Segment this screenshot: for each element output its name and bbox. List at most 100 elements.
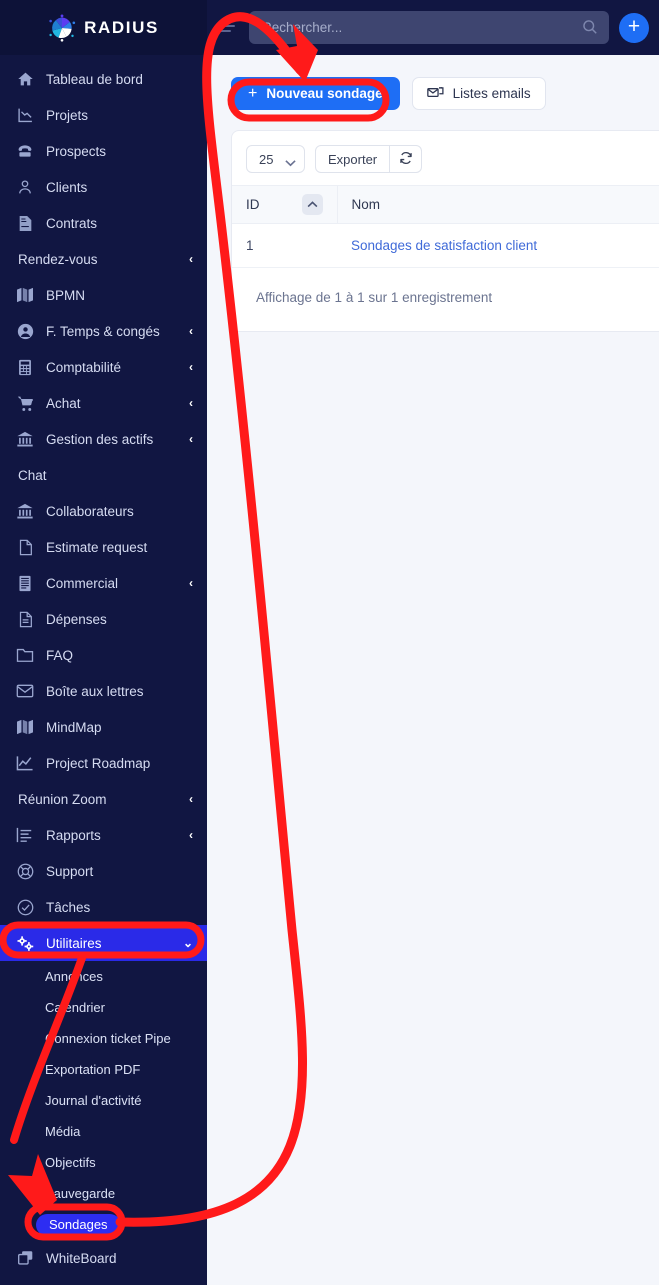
life-ring-icon <box>14 862 36 880</box>
sidebar-item-depenses[interactable]: Dépenses <box>0 601 207 637</box>
surveys-table: ID Nom 1 Sondages de satisfaction client <box>232 185 659 268</box>
sidebar-item-rendez-vous[interactable]: Rendez-vous ‹ <box>0 241 207 277</box>
sidebar-sublabel: Média <box>45 1124 81 1139</box>
sidebar-nav: Tableau de bord Projets Prospects Client… <box>0 55 207 1276</box>
sidebar-item-contrats[interactable]: Contrats <box>0 205 207 241</box>
sidebar-label: Project Roadmap <box>46 755 151 771</box>
sidebar-subitem-exportation-pdf[interactable]: Exportation PDF <box>0 1054 207 1085</box>
sidebar-sublabel: Exportation PDF <box>45 1062 141 1077</box>
chevron-up-icon[interactable] <box>301 194 323 215</box>
sidebar-label: Clients <box>46 179 88 195</box>
sidebar-item-tableau-de-bord[interactable]: Tableau de bord <box>0 61 207 97</box>
sidebar-item-collaborateurs[interactable]: Collaborateurs <box>0 493 207 529</box>
sidebar-item-boite-aux-lettres[interactable]: Boîte aux lettres <box>0 673 207 709</box>
refresh-icon <box>399 151 413 168</box>
cell-nom[interactable]: Sondages de satisfaction client <box>337 223 659 268</box>
hamburger-icon[interactable] <box>217 20 239 36</box>
sidebar-item-prospects[interactable]: Prospects <box>0 133 207 169</box>
chevron-left-icon: ‹ <box>189 828 193 842</box>
sidebar-label: Utilitaires <box>46 935 102 951</box>
column-header-nom[interactable]: Nom <box>337 185 659 224</box>
content: + Nouveau sondage Listes emails 25 Expor… <box>207 55 659 332</box>
sidebar-subitem-annonces[interactable]: Annonces <box>0 961 207 992</box>
chevron-down-icon: ⌄ <box>182 936 193 950</box>
user-circle-icon <box>14 322 36 340</box>
search-input[interactable] <box>262 20 575 35</box>
receipt-icon <box>14 574 36 592</box>
chevron-left-icon: ‹ <box>189 324 193 338</box>
table-head: ID Nom <box>232 185 659 224</box>
sidebar-subitem-sondages[interactable]: Sondages <box>0 1209 207 1240</box>
sidebar-subitem-connexion-ticket-pipe[interactable]: Connexion ticket Pipe <box>0 1023 207 1054</box>
chevron-left-icon: ‹ <box>189 396 193 410</box>
sidebar-item-taches[interactable]: Tâches <box>0 889 207 925</box>
sidebar-label: BPMN <box>46 287 86 303</box>
sidebar-item-clients[interactable]: Clients <box>0 169 207 205</box>
sidebar-item-gestion-des-actifs[interactable]: Gestion des actifs ‹ <box>0 421 207 457</box>
sidebar-item-f-temps-conges[interactable]: F. Temps & congés ‹ <box>0 313 207 349</box>
new-survey-button[interactable]: + Nouveau sondage <box>231 77 400 110</box>
sidebar-item-comptabilite[interactable]: Comptabilité ‹ <box>0 349 207 385</box>
sidebar-label: Boîte aux lettres <box>46 683 144 699</box>
page-length-select[interactable]: 25 <box>246 145 305 173</box>
sidebar-item-mindmap[interactable]: MindMap <box>0 709 207 745</box>
email-lists-button[interactable]: Listes emails <box>411 77 546 110</box>
sidebar-item-whiteboard[interactable]: WhiteBoard <box>0 1240 207 1276</box>
sidebar-item-projets[interactable]: Projets <box>0 97 207 133</box>
sidebar-subitem-journal-d-activite[interactable]: Journal d'activité <box>0 1085 207 1116</box>
sidebar-label: Contrats <box>46 215 98 231</box>
sidebar-label: Comptabilité <box>46 359 122 375</box>
sidebar-label: FAQ <box>46 647 74 663</box>
sidebar-label: Réunion Zoom <box>18 791 107 807</box>
sidebar-item-support[interactable]: Support <box>0 853 207 889</box>
export-button[interactable]: Exporter <box>315 145 391 173</box>
sidebar-item-achat[interactable]: Achat ‹ <box>0 385 207 421</box>
sidebar-subitem-media[interactable]: Média <box>0 1116 207 1147</box>
sidebar-sublabel: Journal d'activité <box>45 1093 142 1108</box>
sidebar-subitem-calendrier[interactable]: Calendrier <box>0 992 207 1023</box>
envelope-icon <box>14 682 36 700</box>
sidebar-item-faq[interactable]: FAQ <box>0 637 207 673</box>
sidebar-label: Collaborateurs <box>46 503 134 519</box>
sidebar-label: WhiteBoard <box>46 1250 117 1266</box>
sidebar-item-chat[interactable]: Chat <box>0 457 207 493</box>
table-header-row: ID Nom <box>232 185 659 224</box>
sidebar-label: Chat <box>18 467 47 483</box>
whiteboard-icon <box>14 1249 36 1267</box>
sidebar-item-estimate-request[interactable]: Estimate request <box>0 529 207 565</box>
folder-icon <box>14 646 36 664</box>
sidebar-item-utilitaires[interactable]: Utilitaires ⌄ <box>0 925 207 961</box>
brand-name: RADIUS <box>84 17 159 37</box>
sidebar-item-commercial[interactable]: Commercial ‹ <box>0 565 207 601</box>
file-icon <box>14 538 36 556</box>
sidebar-label: Rendez-vous <box>18 251 98 267</box>
chevron-left-icon: ‹ <box>189 576 193 590</box>
sidebar-label: Gestion des actifs <box>46 431 154 447</box>
sidebar-subitem-sauvegarde[interactable]: Sauvegarde <box>0 1178 207 1209</box>
table-row[interactable]: 1 Sondages de satisfaction client <box>232 223 659 268</box>
search-box[interactable] <box>249 11 609 44</box>
page-length-wrap: 25 <box>246 145 315 173</box>
refresh-button[interactable] <box>390 145 423 173</box>
brand-logo[interactable]: RADIUS <box>0 0 207 55</box>
sidebar-label: Achat <box>46 395 81 411</box>
sidebar-item-reunion-zoom[interactable]: Réunion Zoom ‹ <box>0 781 207 817</box>
map-icon <box>14 286 36 304</box>
sidebar-subitem-objectifs[interactable]: Objectifs <box>0 1147 207 1178</box>
table-toolbar: 25 Exporter <box>232 131 659 185</box>
main-area: + + Nouveau sondage <box>207 0 659 1285</box>
sidebar-item-rapports[interactable]: Rapports ‹ <box>0 817 207 853</box>
app-root: RADIUS Tableau de bord Projets Prospects <box>0 0 659 1285</box>
sidebar-label: Commercial <box>46 575 119 591</box>
sidebar-sublabel: Annonces <box>45 969 103 984</box>
report-icon <box>14 826 36 844</box>
sidebar-item-project-roadmap[interactable]: Project Roadmap <box>0 745 207 781</box>
bank-icon <box>14 502 36 520</box>
column-header-id[interactable]: ID <box>232 185 338 224</box>
sidebar-item-bpmn[interactable]: BPMN <box>0 277 207 313</box>
table-info: Affichage de 1 à 1 sur 1 enregistrement <box>256 290 493 305</box>
contract-document-icon <box>14 214 36 232</box>
radius-logo-icon <box>48 14 76 42</box>
user-icon <box>14 178 36 196</box>
add-button[interactable]: + <box>619 12 649 43</box>
